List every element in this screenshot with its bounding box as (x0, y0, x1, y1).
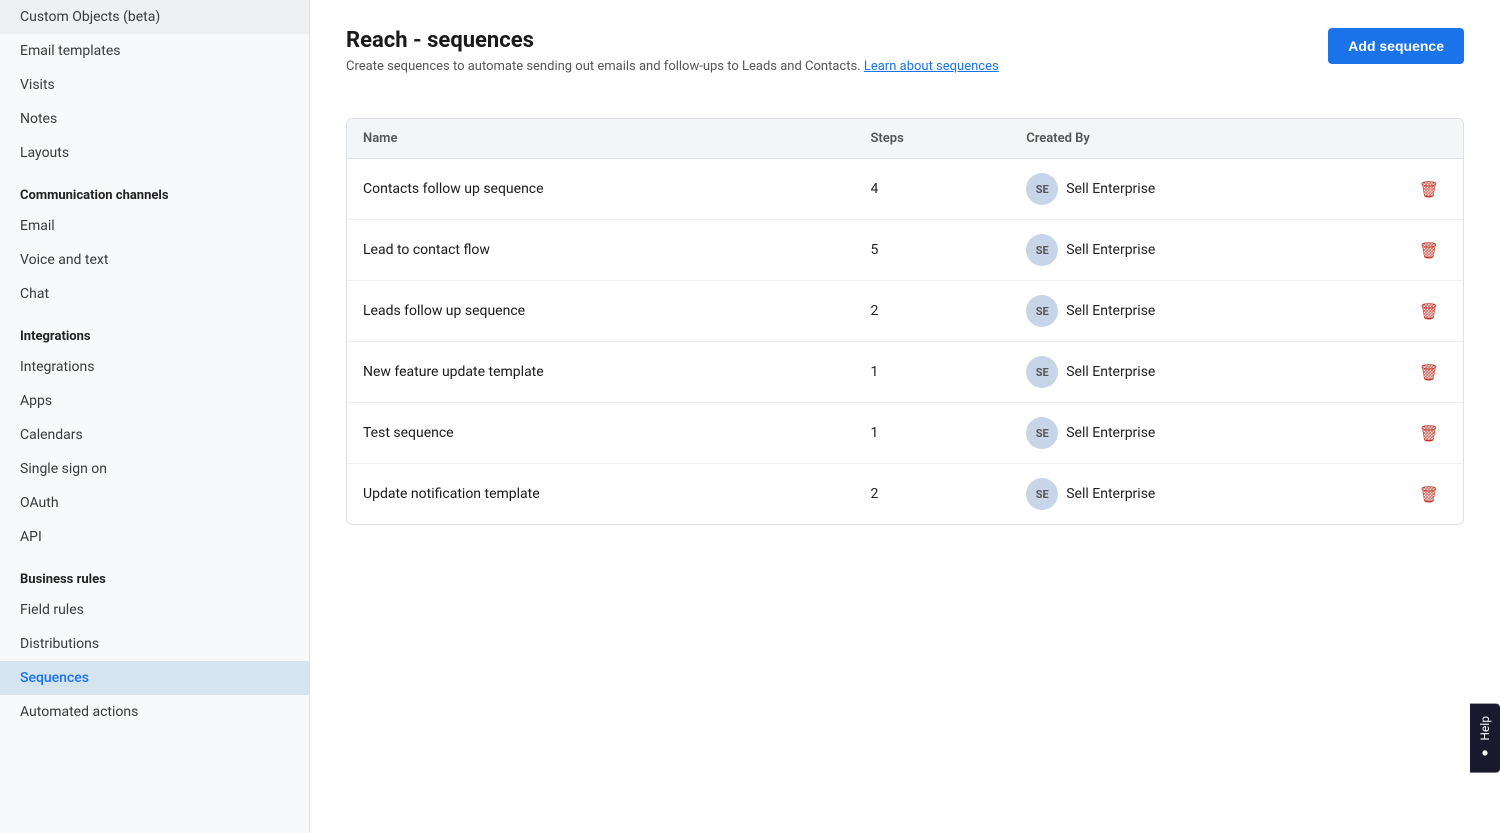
sequence-name[interactable]: Update notification template (347, 464, 854, 525)
page-title: Reach - sequences (346, 28, 999, 53)
table-row: Leads follow up sequence2 SE Sell Enterpri… (347, 281, 1463, 342)
sidebar-item-chat[interactable]: Chat (0, 277, 309, 311)
sequence-action: 🗑 (1395, 342, 1463, 403)
sequence-name[interactable]: Leads follow up sequence (347, 281, 854, 342)
sidebar-item-email[interactable]: Email (0, 209, 309, 243)
sidebar-item-apps[interactable]: Apps (0, 384, 309, 418)
sidebar-item-distributions[interactable]: Distributions (0, 627, 309, 661)
col-created-by: Created By (1010, 119, 1394, 159)
table-row: New feature update template1 SE Sell Enter… (347, 342, 1463, 403)
avatar: SE (1026, 478, 1058, 510)
created-by-name: Sell Enterprise (1066, 181, 1155, 197)
sequence-name[interactable]: Test sequence (347, 403, 854, 464)
sidebar-item-voice-and-text[interactable]: Voice and text (0, 243, 309, 277)
avatar: SE (1026, 295, 1058, 327)
sequence-name[interactable]: Lead to contact flow (347, 220, 854, 281)
col-name: Name (347, 119, 854, 159)
created-by-name: Sell Enterprise (1066, 364, 1155, 380)
sequence-name[interactable]: Contacts follow up sequence (347, 159, 854, 220)
avatar: SE (1026, 417, 1058, 449)
sequence-created-by: SE Sell Enterprise (1010, 342, 1394, 403)
sidebar-item-visits[interactable]: Visits (0, 68, 309, 102)
sequence-created-by: SE Sell Enterprise (1010, 403, 1394, 464)
sequence-steps: 1 (854, 342, 1010, 403)
sidebar-section-integrations: Integrations (0, 311, 309, 350)
sidebar-item-field-rules[interactable]: Field rules (0, 593, 309, 627)
sequence-created-by: SE Sell Enterprise (1010, 464, 1394, 525)
sequence-action: 🗑 (1395, 403, 1463, 464)
sidebar-item-notes[interactable]: Notes (0, 102, 309, 136)
avatar: SE (1026, 173, 1058, 205)
sidebar: Custom Objects (beta)Email templatesVisi… (0, 0, 310, 833)
col-steps: Steps (854, 119, 1010, 159)
sequence-steps: 2 (854, 281, 1010, 342)
sequence-action: 🗑 (1395, 281, 1463, 342)
delete-sequence-button[interactable]: 🗑 (1411, 359, 1447, 386)
sequence-steps: 2 (854, 464, 1010, 525)
add-sequence-button[interactable]: Add sequence (1328, 28, 1464, 64)
col-actions (1395, 119, 1463, 159)
table-body: Contacts follow up sequence4 SE Sell Enter… (347, 159, 1463, 525)
sequence-created-by: SE Sell Enterprise (1010, 220, 1394, 281)
sequence-steps: 5 (854, 220, 1010, 281)
sequence-action: 🗑 (1395, 220, 1463, 281)
sidebar-item-single-sign-on[interactable]: Single sign on (0, 452, 309, 486)
table-header: Name Steps Created By (347, 119, 1463, 159)
sequence-created-by: SE Sell Enterprise (1010, 159, 1394, 220)
sidebar-section-communication-channels: Communication channels (0, 170, 309, 209)
created-by-name: Sell Enterprise (1066, 486, 1155, 502)
sequence-steps: 1 (854, 403, 1010, 464)
avatar: SE (1026, 234, 1058, 266)
sidebar-section-business-rules: Business rules (0, 554, 309, 593)
sidebar-item-automated-actions[interactable]: Automated actions (0, 695, 309, 729)
table-row: Lead to contact flow5 SE Sell Enterprise 🗑 (347, 220, 1463, 281)
table-row: Test sequence1 SE Sell Enterprise 🗑 (347, 403, 1463, 464)
main-content: Reach - sequences Create sequences to au… (310, 0, 1500, 833)
created-by-name: Sell Enterprise (1066, 303, 1155, 319)
sequence-action: 🗑 (1395, 464, 1463, 525)
table-row: Contacts follow up sequence4 SE Sell Enter… (347, 159, 1463, 220)
delete-sequence-button[interactable]: 🗑 (1411, 420, 1447, 447)
sidebar-item-oauth[interactable]: OAuth (0, 486, 309, 520)
sequence-steps: 4 (854, 159, 1010, 220)
delete-sequence-button[interactable]: 🗑 (1411, 176, 1447, 203)
sidebar-item-layouts[interactable]: Layouts (0, 136, 309, 170)
avatar: SE (1026, 356, 1058, 388)
sequence-created-by: SE Sell Enterprise (1010, 281, 1394, 342)
sequence-action: 🗑 (1395, 159, 1463, 220)
sidebar-item-api[interactable]: API (0, 520, 309, 554)
delete-sequence-button[interactable]: 🗑 (1411, 298, 1447, 325)
sequence-name[interactable]: New feature update template (347, 342, 854, 403)
help-button[interactable]: ● Help (1470, 704, 1500, 773)
created-by-name: Sell Enterprise (1066, 242, 1155, 258)
sidebar-item-calendars[interactable]: Calendars (0, 418, 309, 452)
sequences-table-container: Name Steps Created By Contacts follow up… (346, 118, 1464, 525)
sidebar-item-sequences[interactable]: Sequences (0, 661, 309, 695)
created-by-name: Sell Enterprise (1066, 425, 1155, 441)
sidebar-item-email-templates[interactable]: Email templates (0, 34, 309, 68)
sidebar-item-custom-objects[interactable]: Custom Objects (beta) (0, 0, 309, 34)
sequences-table: Name Steps Created By Contacts follow up… (347, 119, 1463, 524)
delete-sequence-button[interactable]: 🗑 (1411, 481, 1447, 508)
learn-about-sequences-link[interactable]: Learn about sequences (864, 59, 999, 74)
page-description: Create sequences to automate sending out… (346, 59, 999, 74)
sidebar-item-integrations[interactable]: Integrations (0, 350, 309, 384)
delete-sequence-button[interactable]: 🗑 (1411, 237, 1447, 264)
table-row: Update notification template2 SE Sell Ente… (347, 464, 1463, 525)
